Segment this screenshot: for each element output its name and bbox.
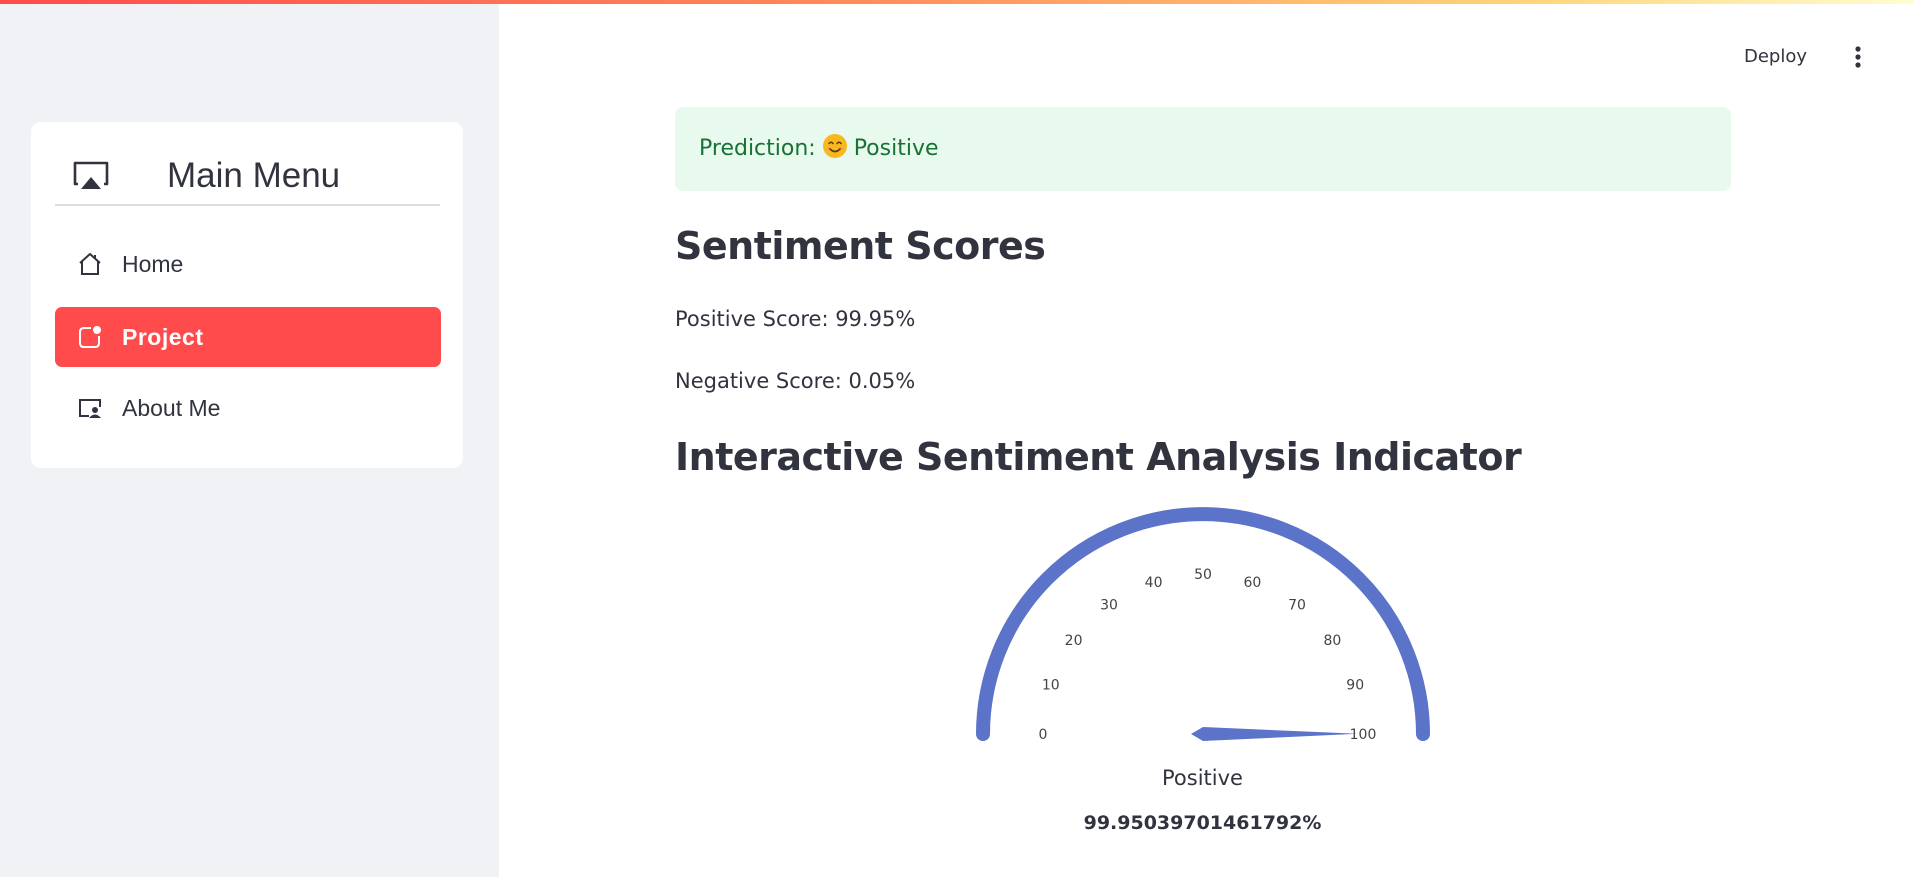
house-icon xyxy=(79,253,101,275)
gauge-tick-label: 20 xyxy=(1065,633,1083,649)
gauge-tick-label: 50 xyxy=(1194,567,1212,583)
gauge-title: Positive xyxy=(1162,766,1243,790)
gauge-value: 99.95039701461792% xyxy=(1083,812,1322,834)
prediction-label: Positive xyxy=(853,136,939,161)
sidebar-item-project[interactable]: Project xyxy=(55,307,441,367)
sidebar: Main Menu Home Project About Me xyxy=(0,4,499,877)
gauge-tick-label: 40 xyxy=(1145,575,1163,591)
gauge-needle xyxy=(1191,727,1358,741)
gauge-arc xyxy=(976,507,1430,741)
prediction-text: Prediction: Positive xyxy=(699,107,939,191)
airplay-icon xyxy=(73,161,109,189)
sidebar-item-home[interactable]: Home xyxy=(55,234,441,294)
gauge-tick-label: 70 xyxy=(1288,598,1306,614)
gauge-tick-label: 100 xyxy=(1350,727,1377,743)
sentiment-gauge-chart: 0 10 20 30 40 50 60 70 80 90 100 xyxy=(976,507,1430,743)
main-menu-card: Main Menu Home Project About Me xyxy=(31,122,463,468)
app-indicator-icon xyxy=(79,326,101,348)
person-video-icon xyxy=(79,399,101,418)
gauge-tick-label: 80 xyxy=(1323,633,1341,649)
indicator-heading: Interactive Sentiment Analysis Indicator xyxy=(675,435,1522,479)
sentiment-scores-heading: Sentiment Scores xyxy=(675,224,1046,268)
prediction-alert: Prediction: Positive xyxy=(675,107,1731,191)
sidebar-item-label: About Me xyxy=(122,395,221,421)
negative-score-text: Negative Score: 0.05% xyxy=(675,369,916,393)
kebab-menu-icon[interactable] xyxy=(1846,42,1870,72)
smiling-face-icon xyxy=(822,134,847,158)
sidebar-item-label: Project xyxy=(122,324,204,350)
gauge-tick-label: 10 xyxy=(1042,678,1060,694)
menu-header: Main Menu xyxy=(55,152,440,206)
gauge-tick-label: 60 xyxy=(1243,575,1261,591)
gauge-tick-label: 90 xyxy=(1346,678,1364,694)
sidebar-item-label: Home xyxy=(122,251,184,277)
sidebar-item-about-me[interactable]: About Me xyxy=(55,378,441,438)
positive-score-text: Positive Score: 99.95% xyxy=(675,307,916,331)
gauge-tick-label: 30 xyxy=(1100,598,1118,614)
gauge-tick-label: 0 xyxy=(1039,727,1048,743)
deploy-button[interactable]: Deploy xyxy=(1744,42,1807,72)
menu-title: Main Menu xyxy=(167,156,341,195)
prediction-prefix: Prediction: xyxy=(699,136,816,161)
